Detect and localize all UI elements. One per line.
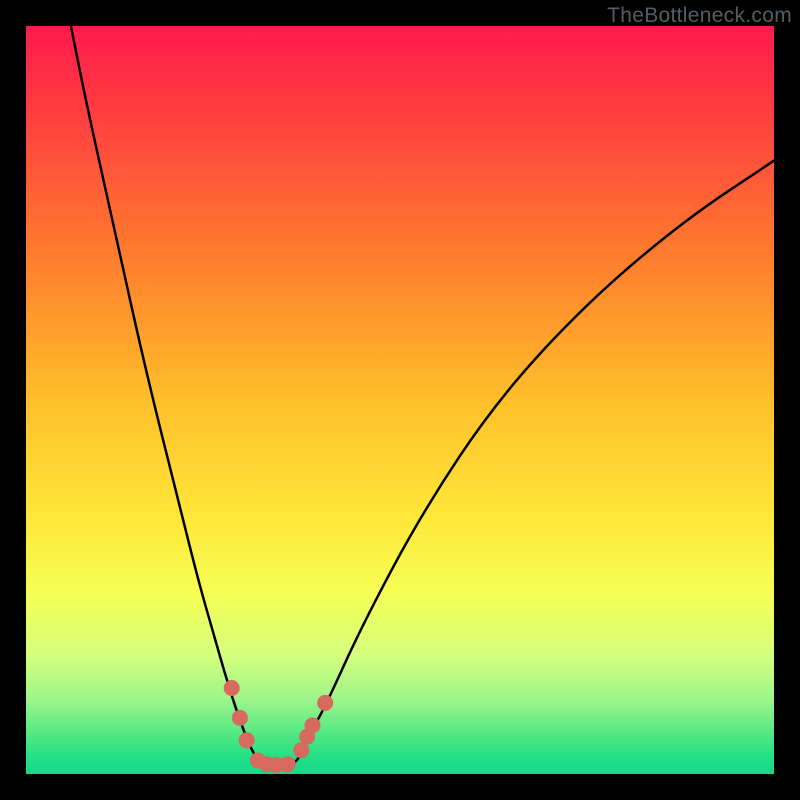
curve-marker — [305, 717, 321, 733]
curve-marker — [224, 680, 240, 696]
curve-marker — [239, 732, 255, 748]
curve-marker — [317, 695, 333, 711]
chart-frame — [26, 26, 774, 774]
curve-marker — [232, 710, 248, 726]
chart-svg — [26, 26, 774, 774]
curve-marker — [280, 756, 296, 772]
watermark-text: TheBottleneck.com — [607, 4, 792, 28]
bottleneck-curve-path — [71, 26, 774, 765]
marker-group — [224, 680, 334, 773]
